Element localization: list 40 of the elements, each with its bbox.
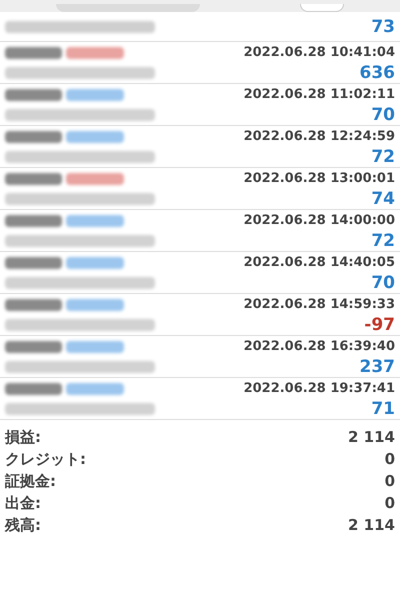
summary-value: 0 (384, 448, 395, 470)
summary-label: 証拠金: (5, 470, 56, 492)
profit-value: 237 (360, 356, 395, 376)
profit-value: -97 (364, 314, 395, 334)
blurred-symbol (5, 172, 62, 184)
summary-label: 損益: (5, 426, 41, 448)
search-field[interactable] (56, 4, 200, 12)
trade-time: 2022.06.28 14:40:05 (244, 254, 395, 272)
profit-value: 71 (371, 398, 395, 418)
summary-value: 0 (384, 492, 395, 514)
summary-label: 出金: (5, 492, 41, 514)
profit-value: 73 (371, 16, 395, 36)
blurred-symbol (5, 256, 62, 268)
blurred-symbol (5, 214, 62, 226)
blurred-symbol (5, 130, 62, 142)
blurred-symbol (5, 340, 62, 352)
trade-time: 2022.06.28 16:39:40 (244, 338, 395, 356)
trade-time: 2022.06.28 14:59:33 (244, 296, 395, 314)
trade-time: 2022.06.28 14:00:00 (244, 212, 395, 230)
profit-value: 72 (371, 230, 395, 250)
trade-time: 2022.06.28 12:24:59 (244, 128, 395, 146)
blurred-symbol (5, 46, 62, 58)
blurred-symbol (5, 298, 62, 310)
summary-value: 0 (384, 470, 395, 492)
tab-button[interactable] (300, 4, 344, 12)
summary-value: 2 114 (348, 514, 395, 536)
profit-value: 74 (371, 188, 395, 208)
profit-value: 70 (371, 272, 395, 292)
blurred-symbol (5, 382, 62, 394)
profit-value: 70 (371, 104, 395, 124)
trade-time: 2022.06.28 19:37:41 (244, 380, 395, 398)
profit-value: 72 (371, 146, 395, 166)
blurred-symbol (5, 88, 62, 100)
trade-time: 2022.06.28 11:02:11 (244, 86, 395, 104)
summary-value: 2 114 (348, 426, 395, 448)
profit-value: 636 (360, 62, 395, 82)
summary-label: クレジット: (5, 448, 86, 470)
summary-label: 残高: (5, 514, 41, 536)
trade-time: 2022.06.28 13:00:01 (244, 170, 395, 188)
trade-time: 2022.06.28 10:41:04 (244, 44, 395, 62)
